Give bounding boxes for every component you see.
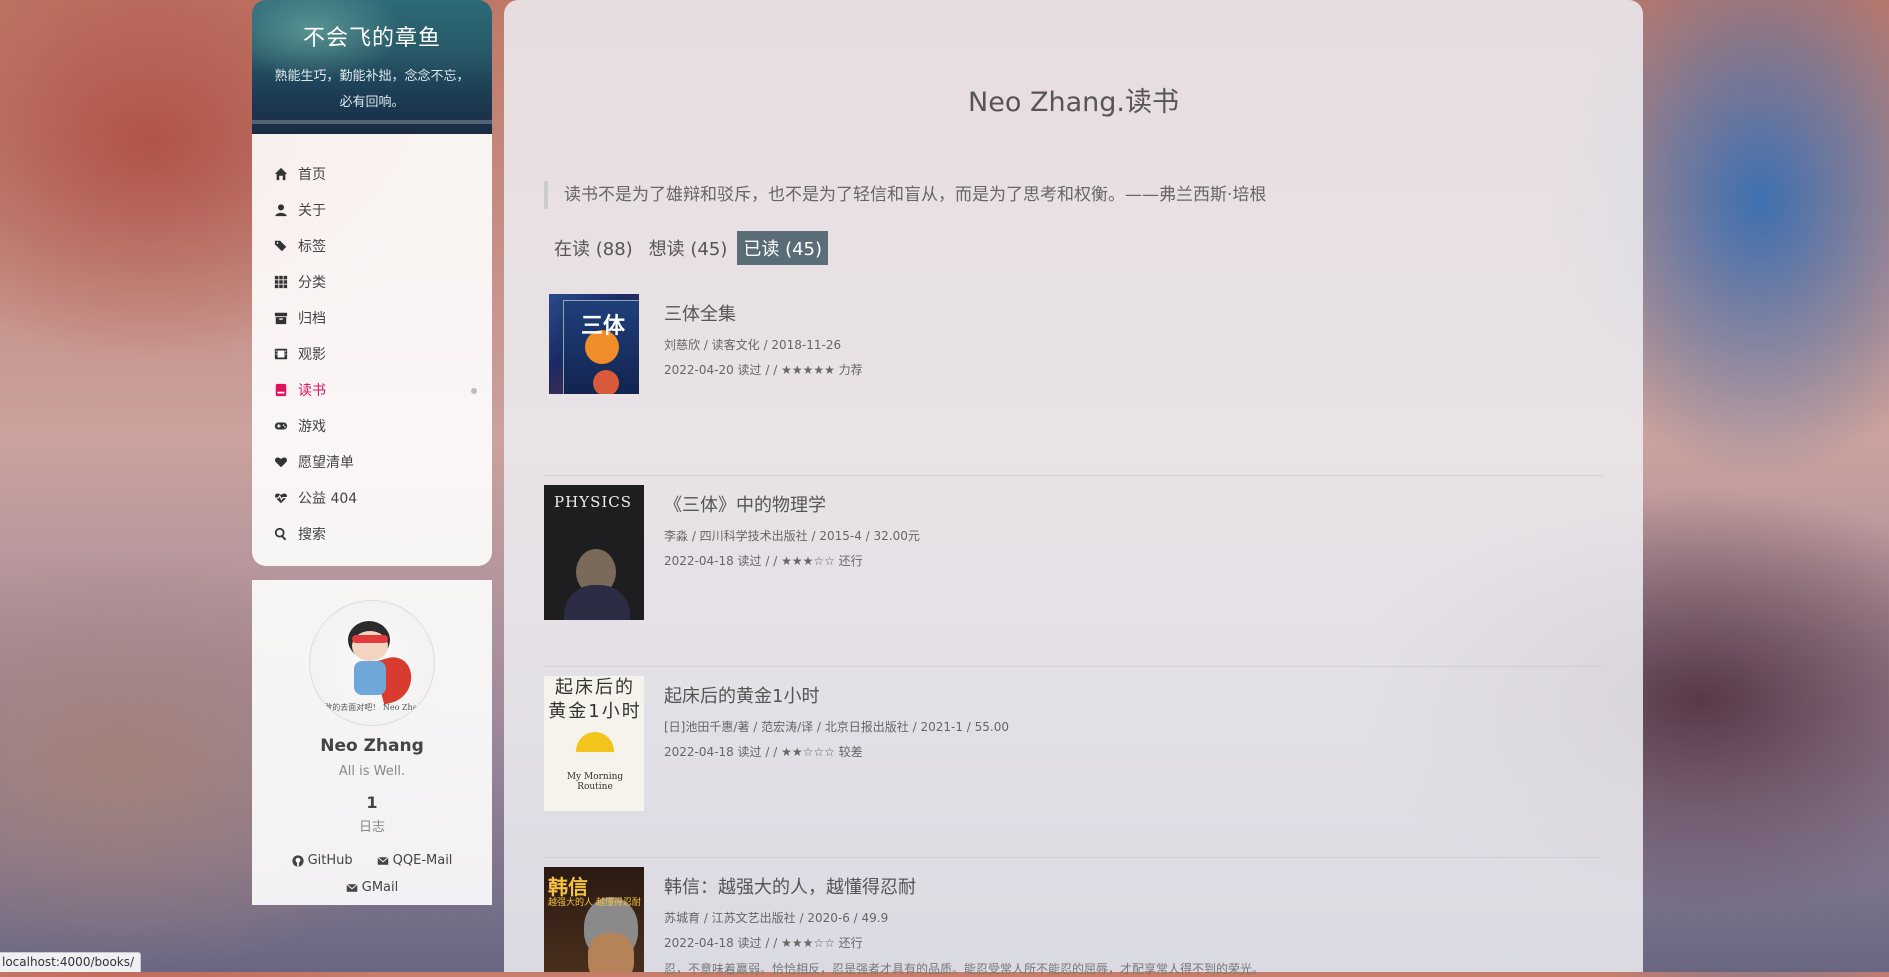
heart-icon	[272, 453, 290, 471]
book-title[interactable]: 起床后的黄金1小时	[664, 682, 1603, 708]
main-content: Neo Zhang.读书 读书不是为了雄辩和驳斥，也不是为了轻信和盲从，而是为了…	[504, 0, 1643, 976]
menu-item-label: 读书	[298, 383, 326, 399]
book-rating: 2022-04-18 读过 / / ★★★☆☆ 还行	[664, 936, 863, 950]
divider	[544, 857, 1603, 858]
book-rating: 2022-04-18 读过 / / ★★★☆☆ 还行	[664, 554, 863, 568]
book-cover[interactable]: 三体	[549, 294, 639, 394]
page-title: Neo Zhang.读书	[968, 87, 1179, 118]
profile-name: Neo Zhang	[320, 736, 424, 756]
menu-item-search[interactable]: 搜索	[252, 516, 492, 552]
brand-header: 不会飞的章鱼 熟能生巧，勤能补拙，念念不忘，必有回响。	[252, 0, 492, 134]
menu-item-label: 标签	[298, 239, 326, 255]
gmail-link[interactable]: GMail	[346, 880, 398, 895]
book-info: 《三体》中的物理学 李淼 / 四川科学技术出版社 / 2015-4 / 32.0…	[664, 485, 1603, 569]
cover-title: 起床后的黄金1小时	[548, 677, 642, 722]
menu-item-label: 关于	[298, 203, 326, 219]
site-subtitle: 熟能生巧，勤能补拙，念念不忘，必有回响。	[274, 69, 470, 110]
book-meta: 刘慈欣 / 读客文化 / 2018-11-26	[664, 338, 842, 352]
site-title[interactable]: 不会飞的章鱼	[252, 0, 492, 52]
menu-item-archives[interactable]: 归档	[252, 300, 492, 336]
menu-item-label: 愿望清单	[298, 455, 354, 471]
book-title[interactable]: 三体全集	[664, 300, 1603, 326]
profile-card: 勇敢的去面对吧！ Neo Zhang Neo Zhang All is Well…	[252, 580, 492, 905]
cover-subtitle: My Morning Routine	[566, 772, 624, 792]
menu-item-about[interactable]: 关于	[252, 192, 492, 228]
menu-item-wishlist[interactable]: 愿望清单	[252, 444, 492, 480]
home-icon	[272, 165, 290, 183]
post-count[interactable]: 1	[252, 793, 492, 812]
book-title[interactable]: 韩信：越强大的人，越懂得忍耐	[664, 873, 1603, 899]
book-description: 忍，不意味着赢弱。恰恰相反，忍是强者才具有的品质。能忍受常人所不能忍的屈辱，才配…	[664, 962, 1265, 976]
menu-item-label: 归档	[298, 311, 326, 327]
film-icon	[272, 345, 290, 363]
browser-status-bar: localhost:4000/books/	[0, 952, 142, 972]
brand-banner: 不会飞的章鱼 熟能生巧，勤能补拙，念念不忘，必有回响。	[252, 0, 492, 134]
book-icon	[272, 381, 290, 399]
tab-read[interactable]: 已读 (45)	[737, 231, 829, 265]
envelope-icon	[377, 856, 389, 865]
avatar: 勇敢的去面对吧！ Neo Zhang	[309, 600, 435, 726]
menu-item-label: 观影	[298, 347, 326, 363]
menu-item-tags[interactable]: 标签	[252, 228, 492, 264]
menu-item-movies[interactable]: 观影	[252, 336, 492, 372]
sidebar: 不会飞的章鱼 熟能生巧，勤能补拙，念念不忘，必有回响。 首页 关于 标签 分类 …	[252, 0, 492, 905]
menu-item-games[interactable]: 游戏	[252, 408, 492, 444]
github-link-label: GitHub	[307, 853, 353, 868]
th-icon	[272, 273, 290, 291]
divider	[544, 666, 1603, 667]
tab-wish[interactable]: 想读 (45)	[643, 231, 734, 265]
book-info: 三体全集 刘慈欣 / 读客文化 / 2018-11-26 2022-04-20 …	[664, 294, 1603, 378]
envelope-icon	[346, 883, 358, 892]
tags-icon	[272, 237, 290, 255]
avatar-caption: 勇敢的去面对吧！ Neo Zhang	[316, 703, 428, 712]
gamepad-icon	[272, 417, 290, 435]
book-meta: [日]池田千惠/著 / 范宏涛/译 / 北京日报出版社 / 2021-1 / 5…	[664, 720, 1009, 734]
active-indicator	[471, 388, 477, 394]
cover-title: PHYSICS	[554, 493, 633, 511]
tab-reading[interactable]: 在读 (88)	[548, 231, 639, 265]
book-cover[interactable]: 起床后的黄金1小时 My Morning Routine	[544, 676, 644, 811]
book-info: 韩信：越强大的人，越懂得忍耐 苏城育 / 江苏文艺出版社 / 2020-6 / …	[664, 867, 1603, 977]
book-quote: 读书不是为了雄辩和驳斥，也不是为了轻信和盲从，而是为了思考和权衡。——弗兰西斯·…	[544, 181, 1603, 209]
book-rating: 2022-04-18 读过 / / ★★☆☆☆ 较差	[664, 745, 863, 759]
menu-item-label: 首页	[298, 167, 326, 183]
menu-item-label: 公益 404	[298, 491, 358, 507]
cover-subtitle: 越强大的人 越懂得忍耐	[548, 898, 641, 908]
github-link[interactable]: GitHub	[291, 853, 353, 868]
reading-status-tabs: 在读 (88) 想读 (45) 已读 (45)	[548, 231, 1643, 265]
book-cover[interactable]: PHYSICS	[544, 485, 644, 620]
book-rating: 2022-04-20 读过 / / ★★★★★ 力荐	[664, 363, 863, 377]
cover-title: 韩信	[548, 875, 588, 899]
qq-email-link[interactable]: QQE-Mail	[377, 853, 453, 868]
archive-icon	[272, 309, 290, 327]
banner-decoration	[252, 120, 492, 124]
gmail-link-label: GMail	[361, 880, 399, 895]
nav-menu: 首页 关于 标签 分类 归档 观影 读书 游戏 愿望清单 公益 404 搜索	[252, 134, 492, 566]
menu-item-404[interactable]: 公益 404	[252, 480, 492, 516]
github-icon	[291, 854, 304, 867]
book-info: 起床后的黄金1小时 [日]池田千惠/著 / 范宏涛/译 / 北京日报出版社 / …	[664, 676, 1603, 760]
book-cover[interactable]: 韩信 越强大的人 越懂得忍耐	[544, 867, 644, 972]
book-meta: 苏城育 / 江苏文艺出版社 / 2020-6 / 49.9	[664, 911, 889, 925]
qq-email-link-label: QQE-Mail	[392, 853, 453, 868]
menu-item-home[interactable]: 首页	[252, 156, 492, 192]
social-links: GitHub QQE-Mail GMail	[252, 853, 492, 907]
heartbeat-icon	[272, 489, 290, 507]
search-icon	[272, 525, 290, 543]
menu-item-books[interactable]: 读书	[252, 372, 492, 408]
user-icon	[272, 201, 290, 219]
profile-motto: All is Well.	[338, 764, 406, 779]
book-title[interactable]: 《三体》中的物理学	[664, 491, 1603, 517]
post-count-label[interactable]: 日志	[252, 816, 492, 835]
menu-item-categories[interactable]: 分类	[252, 264, 492, 300]
book-meta: 李淼 / 四川科学技术出版社 / 2015-4 / 32.00元	[664, 529, 920, 543]
cover-title: 三体	[581, 313, 626, 339]
menu-item-label: 游戏	[298, 419, 326, 435]
menu-item-label: 分类	[298, 275, 326, 291]
menu-item-label: 搜索	[298, 527, 326, 543]
divider	[544, 475, 1603, 476]
